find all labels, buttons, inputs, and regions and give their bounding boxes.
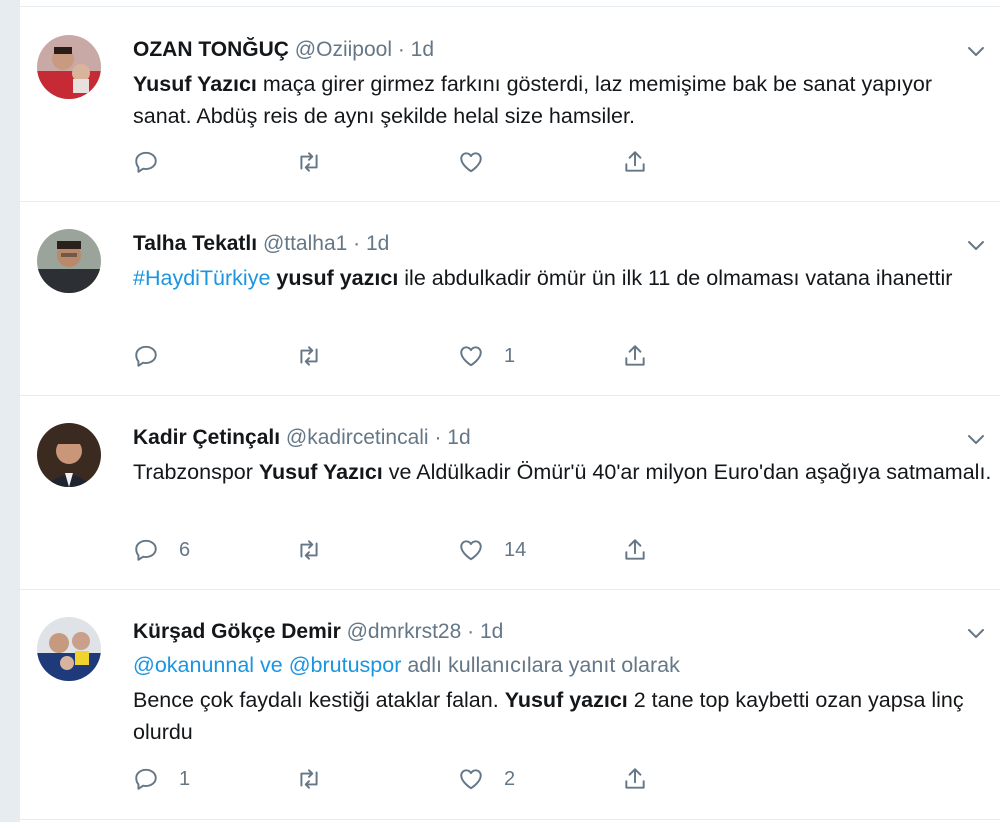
tweet-actions: 1 2 [133,765,673,793]
chevron-down-icon[interactable] [964,621,988,645]
reply-button[interactable]: 6 [133,536,190,564]
highlighted-term: Yusuf yazıcı [504,688,628,712]
tweet-actions [133,148,673,176]
like-icon [460,540,482,561]
separator-dot: · [434,426,442,449]
tweet-text: Bence çok faydalı kestiği ataklar falan.… [133,684,993,748]
chevron-down-icon[interactable] [964,233,988,257]
reply-context: @okanunnal ve @brutuspor adlı kullanıcıl… [133,650,680,680]
tweet-header: Kadir Çetinçalı @kadircetincali · 1d [133,424,471,452]
tweet[interactable]: Talha Tekatlı @ttalha1 · 1d #HaydiTürkiy… [20,201,1000,396]
text-fragment: ile abdulkadir ömür ün ilk 11 de olmamas… [398,266,953,290]
highlighted-term: Yusuf Yazıcı [258,460,383,484]
text-fragment: Trabzonspor [133,460,259,484]
reply-context-conj: ve [254,653,289,677]
reply-count: 1 [179,767,191,790]
user-handle[interactable]: @kadircetincali [286,426,429,449]
reply-count: 6 [179,538,191,561]
retweet-button[interactable] [296,148,322,176]
reply-button[interactable] [133,148,179,176]
retweet-button[interactable] [296,536,322,564]
tweet-feed: OZAN TONĞUÇ @Oziipool · 1d Yusuf Yazıcı … [20,0,1000,822]
user-handle[interactable]: @dmrkrst28 [347,620,462,643]
reply-icon [135,151,157,173]
tweet-header: Kürşad Gökçe Demir @dmrkrst28 · 1d [133,618,503,646]
timestamp[interactable]: 1d [480,620,503,643]
text-fragment: Bence çok faydalı kestiği ataklar falan. [133,688,505,712]
avatar[interactable] [37,229,101,293]
mention-link[interactable]: @okanunnal [133,653,254,677]
tweet-header: Talha Tekatlı @ttalha1 · 1d [133,230,389,258]
highlighted-term: Yusuf Yazıcı [133,72,257,96]
retweet-button[interactable] [296,765,322,793]
share-icon [625,345,645,366]
reply-icon [135,345,157,367]
share-icon [625,768,645,789]
like-icon [460,152,482,173]
like-icon [460,769,482,790]
like-button[interactable]: 1 [458,342,515,370]
text-fragment: ve Aldülkadir Ömür'ü 40'ar milyon Euro'd… [382,460,992,484]
display-name[interactable]: Kürşad Gökçe Demir [133,620,341,643]
like-button[interactable]: 2 [458,765,515,793]
highlighted-term: yusuf yazıcı [276,266,399,290]
like-button[interactable]: 14 [458,536,526,564]
retweet-button[interactable] [296,342,322,370]
like-icon [460,346,482,367]
tweet-header: OZAN TONĞUÇ @Oziipool · 1d [133,36,434,64]
chevron-down-icon[interactable] [964,427,988,451]
timestamp[interactable]: 1d [411,38,434,61]
separator-dot: · [467,620,475,643]
display-name[interactable]: OZAN TONĞUÇ [133,38,289,61]
reply-button[interactable] [133,342,179,370]
timestamp[interactable]: 1d [366,232,389,255]
display-name[interactable]: Talha Tekatlı [133,232,257,255]
reply-button[interactable]: 1 [133,765,190,793]
reply-icon [135,539,157,561]
share-icon [625,151,645,172]
display-name[interactable]: Kadir Çetinçalı [133,426,280,449]
timestamp[interactable]: 1d [447,426,470,449]
tweet-actions: 1 [133,342,673,370]
like-count: 14 [504,538,527,561]
reply-icon [135,768,157,790]
like-count: 2 [504,767,516,790]
chevron-down-icon[interactable] [964,39,988,63]
hashtag-link[interactable]: #HaydiTürkiye [133,266,270,290]
reply-context-suffix: adlı kullanıcılara yanıt olarak [401,653,680,677]
tweet-text: #HaydiTürkiye yusuf yazıcı ile abdulkadi… [133,262,993,294]
share-icon [625,539,645,560]
tweet-actions: 6 14 [133,536,673,564]
avatar[interactable] [37,617,101,681]
share-button[interactable] [622,342,648,370]
avatar[interactable] [37,423,101,487]
like-button[interactable] [458,148,504,176]
retweet-icon [300,152,318,172]
user-handle[interactable]: @Oziipool [295,38,392,61]
retweet-icon [300,769,318,789]
retweet-icon [300,346,318,366]
separator-dot: · [397,38,405,61]
tweet[interactable]: Kadir Çetinçalı @kadircetincali · 1d Tra… [20,395,1000,590]
tweet-text: Yusuf Yazıcı maça girer girmez farkını g… [133,68,993,132]
tweet[interactable]: Kürşad Gökçe Demir @dmrkrst28 · 1d @okan… [20,589,1000,820]
share-button[interactable] [622,148,648,176]
retweet-icon [300,540,318,560]
share-button[interactable] [622,765,648,793]
like-count: 1 [504,344,516,367]
tweet-text: Trabzonspor Yusuf Yazıcı ve Aldülkadir Ö… [133,456,993,488]
separator-dot: · [353,232,361,255]
avatar[interactable] [37,35,101,99]
tweet[interactable]: OZAN TONĞUÇ @Oziipool · 1d Yusuf Yazıcı … [20,7,1000,202]
share-button[interactable] [622,536,648,564]
mention-link[interactable]: @brutuspor [289,653,402,677]
user-handle[interactable]: @ttalha1 [263,232,347,255]
